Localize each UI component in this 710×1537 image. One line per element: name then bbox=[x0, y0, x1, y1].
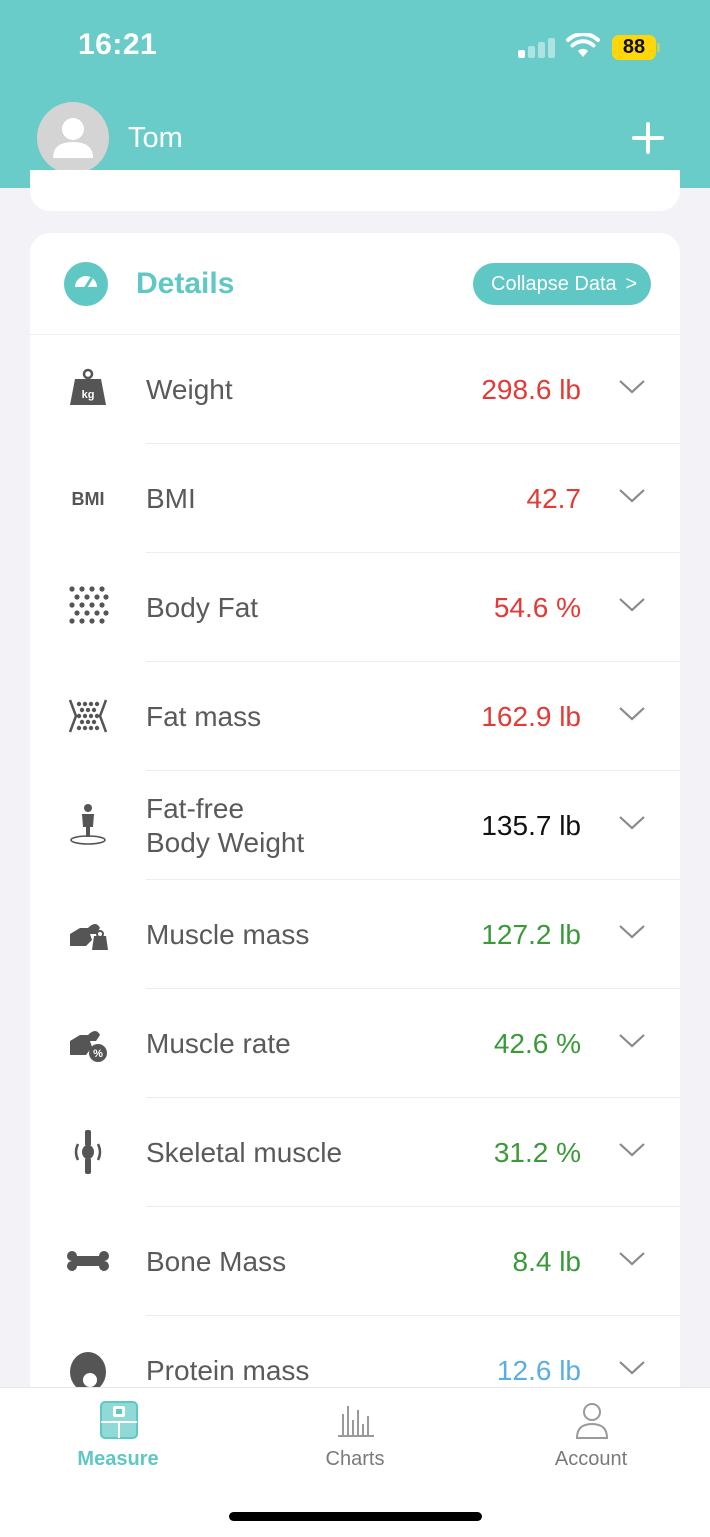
metric-row-bmi[interactable]: BMI BMI 42.7 bbox=[30, 444, 680, 553]
tab-label: Account bbox=[554, 1448, 628, 1470]
gauge-icon bbox=[64, 262, 108, 306]
metric-value: 12.6 lb bbox=[496, 1354, 581, 1386]
collapse-data-label: Collapse Data bbox=[491, 273, 617, 295]
metric-row-muscle-mass[interactable]: Muscle mass 127.2 lb bbox=[30, 880, 680, 989]
bar-chart-icon bbox=[338, 1406, 374, 1437]
cellular-signal-icon bbox=[518, 38, 556, 58]
details-header: Details Collapse Data > bbox=[30, 233, 680, 335]
chevron-down-icon bbox=[619, 1252, 645, 1266]
metric-value: 54.6 % bbox=[493, 591, 581, 623]
chevron-down-icon bbox=[619, 1143, 645, 1157]
details-title: Details bbox=[136, 267, 235, 300]
metric-label: Protein mass bbox=[146, 1354, 310, 1386]
metric-value: 8.4 lb bbox=[512, 1245, 582, 1277]
chevron-down-icon bbox=[619, 1361, 645, 1375]
collapse-data-button[interactable]: Collapse Data > bbox=[473, 263, 651, 305]
user-silhouette-icon bbox=[53, 118, 93, 158]
avatar[interactable] bbox=[37, 102, 109, 174]
battery-level: 88 bbox=[612, 35, 656, 60]
tab-charts[interactable]: Charts bbox=[280, 1388, 430, 1488]
fat-free-body-icon bbox=[70, 804, 106, 845]
tab-label: Charts bbox=[325, 1448, 385, 1470]
metric-label: Weight bbox=[146, 373, 233, 405]
wifi-icon bbox=[566, 33, 600, 57]
svg-text:%: % bbox=[93, 1048, 103, 1060]
weight-icon: kg bbox=[70, 368, 106, 405]
app-header: 16:21 88 Tom bbox=[0, 0, 710, 188]
metric-row-body-fat[interactable]: Body Fat 54.6 % bbox=[30, 553, 680, 662]
chevron-down-icon bbox=[619, 707, 645, 721]
battery-icon: 88 bbox=[612, 35, 660, 60]
skeletal-muscle-icon bbox=[74, 1130, 102, 1174]
metric-label: Fat-free Body Weight bbox=[146, 771, 304, 880]
metric-row-skeletal-muscle[interactable]: Skeletal muscle 31.2 % bbox=[30, 1098, 680, 1207]
metric-row-fat-mass[interactable]: Fat mass 162.9 lb bbox=[30, 662, 680, 771]
chevron-down-icon bbox=[619, 816, 645, 830]
tab-label: Measure bbox=[77, 1448, 159, 1470]
svg-text:kg: kg bbox=[82, 389, 95, 401]
metric-value: 42.6 % bbox=[493, 1027, 581, 1059]
metric-label-line1: Fat-free bbox=[146, 792, 245, 824]
metric-row-weight[interactable]: kg Weight 298.6 lb bbox=[30, 335, 680, 444]
previous-card-bottom bbox=[30, 170, 680, 211]
details-card: Details Collapse Data > kg Weight 298.6 … bbox=[30, 233, 680, 1393]
metric-value: 31.2 % bbox=[493, 1136, 581, 1168]
chevron-down-icon bbox=[619, 925, 645, 939]
metric-label: Bone Mass bbox=[146, 1245, 287, 1277]
metric-label: Muscle rate bbox=[146, 1027, 291, 1059]
add-user-button[interactable] bbox=[628, 118, 668, 158]
metric-value: 135.7 lb bbox=[481, 809, 581, 841]
muscle-mass-icon bbox=[70, 924, 108, 950]
status-time: 16:21 bbox=[78, 28, 158, 61]
metric-value: 162.9 lb bbox=[481, 700, 581, 732]
chevron-down-icon bbox=[619, 1034, 645, 1048]
metric-value: 298.6 lb bbox=[481, 373, 581, 405]
svg-text:BMI: BMI bbox=[72, 489, 105, 509]
metric-label: BMI bbox=[146, 482, 196, 514]
metric-label-line2: Body Weight bbox=[146, 826, 305, 858]
tab-account[interactable]: Account bbox=[516, 1388, 666, 1488]
chevron-down-icon bbox=[619, 489, 645, 503]
home-indicator bbox=[229, 1512, 482, 1521]
chevron-right-icon: > bbox=[625, 273, 637, 295]
bmi-icon: BMI bbox=[72, 489, 105, 509]
chevron-down-icon bbox=[619, 598, 645, 612]
muscle-rate-icon: % bbox=[70, 1031, 107, 1062]
metric-label: Muscle mass bbox=[146, 918, 310, 950]
metric-value: 42.7 bbox=[526, 482, 582, 514]
metric-row-protein-mass[interactable]: Protein mass 12.6 lb bbox=[30, 1316, 680, 1393]
metric-row-muscle-rate[interactable]: % Muscle rate 42.6 % bbox=[30, 989, 680, 1098]
tab-measure[interactable]: Measure bbox=[43, 1388, 193, 1488]
metric-value: 127.2 lb bbox=[481, 918, 581, 950]
chevron-down-icon bbox=[619, 380, 645, 394]
protein-mass-icon bbox=[70, 1352, 106, 1392]
bone-mass-icon bbox=[67, 1251, 109, 1271]
metric-row-fat-free-body-weight[interactable]: Fat-free Body Weight 135.7 lb bbox=[30, 771, 680, 880]
metric-label: Fat mass bbox=[146, 700, 262, 732]
scale-icon bbox=[100, 1401, 138, 1439]
metric-label: Skeletal muscle bbox=[146, 1136, 343, 1168]
metric-row-bone-mass[interactable]: Bone Mass 8.4 lb bbox=[30, 1207, 680, 1316]
user-name: Tom bbox=[128, 122, 183, 154]
metric-label: Body Fat bbox=[146, 591, 259, 623]
person-icon bbox=[575, 1403, 609, 1439]
fat-mass-icon bbox=[68, 699, 108, 733]
body-fat-icon bbox=[69, 586, 109, 624]
